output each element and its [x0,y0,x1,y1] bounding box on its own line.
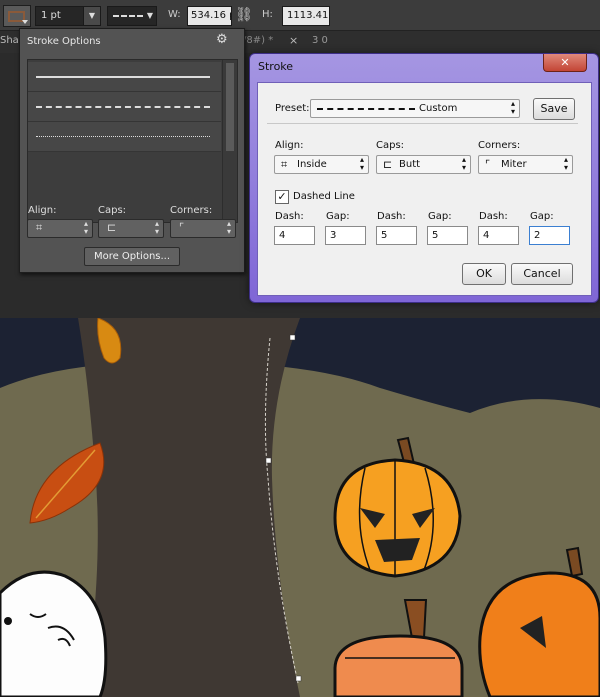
align-label: Align: [275,140,304,151]
caps-label: Caps: [98,205,127,216]
corners-label: Corners: [478,140,521,151]
updown-arrow-icon: ▴ ▾ [359,155,364,172]
stroke-type-select[interactable]: ▼ [107,6,157,26]
scroll-thumb[interactable] [226,63,234,151]
align-select[interactable]: ⌗ ▴ ▾ [27,219,93,238]
updown-arrow-icon: ▴ ▾ [83,219,88,236]
updown-arrow-icon: ▴ ▾ [226,219,231,236]
dash-label-3: Dash: [479,211,508,222]
gap-input-1[interactable]: 3 [325,226,366,245]
caps-select[interactable]: ⊏ ▴ ▾ [98,219,164,238]
align-select[interactable]: ⌗ Inside ▴ ▾ [274,155,369,174]
save-button[interactable]: Save [533,98,575,120]
caps-butt-icon: ⊏ [383,158,393,171]
align-inside-icon: ⌗ [281,158,288,171]
gap-label-1: Gap: [326,211,350,222]
more-options-button[interactable]: More Options... [84,247,180,266]
stroke-dialog: Stroke ✕ Preset: Custom ▴ ▾ Save Align: C… [249,53,599,303]
width-label: W: [168,9,181,20]
stroke-preset-list [27,59,238,223]
gap-label-2: Gap: [428,211,452,222]
gap-input-3[interactable]: 2 [529,226,570,245]
tab-close-icon[interactable]: × [289,34,298,47]
dash-input-3[interactable]: 4 [478,226,519,245]
gear-icon[interactable]: ⚙ [216,32,228,47]
height-field[interactable]: 1113.41 [282,6,330,26]
stroke-width-field[interactable]: 1 pt ▼ [35,6,101,26]
corners-select[interactable]: ⌜ ▴ ▾ [170,219,236,238]
dash-label-2: Dash: [377,211,406,222]
dashed-line-label: Dashed Line [293,191,355,202]
gap-label-3: Gap: [530,211,554,222]
dash-input-2[interactable]: 5 [376,226,417,245]
chevron-down-icon: ▼ [146,11,153,20]
stroke-preset-solid[interactable] [28,62,221,92]
stroke-width-value: 1 pt [41,10,61,21]
stroke-preset-dotted[interactable] [28,122,221,152]
stroke-options-title: Stroke Options [27,36,101,47]
stroke-preset-dashed[interactable] [28,92,221,122]
updown-arrow-icon: ▴ ▾ [154,219,159,236]
caps-butt-icon: ⊏ [107,221,117,234]
align-value: Inside [297,159,327,170]
dash-preview [317,108,415,110]
dialog-title: Stroke [258,60,294,73]
preset-value: Custom [419,103,458,114]
corners-miter-icon: ⌜ [179,221,185,234]
updown-arrow-icon: ▴ ▾ [461,155,466,172]
corners-select[interactable]: ⌜ Miter ▴ ▾ [478,155,573,174]
corners-miter-icon: ⌜ [485,158,491,171]
gap-input-2[interactable]: 5 [427,226,468,245]
dash-label-1: Dash: [275,211,304,222]
updown-arrow-icon: ▴ ▾ [563,155,568,172]
corners-label: Corners: [170,205,213,216]
close-icon[interactable]: ✕ [543,54,587,72]
options-bar: 1 pt ▼ ▼ W: 534.16 p ⛓ H: 1113.41 [0,0,600,31]
preset-label: Preset: [275,103,310,114]
chevron-down-icon[interactable]: ▼ [83,7,100,25]
width-field[interactable]: 534.16 p [187,6,232,26]
checkmark-icon: ✓ [277,190,287,203]
preset-scrollbar[interactable] [222,60,237,222]
dashed-line-checkbox[interactable]: ✓ [275,190,289,204]
preset-select[interactable]: Custom ▴ ▾ [310,99,520,118]
stroke-options-panel: Stroke Options ⚙ Align: Caps: Corners: ⌗… [19,28,245,273]
stroke-color-swatch[interactable] [3,5,31,27]
updown-arrow-icon: ▴ ▾ [510,99,515,116]
tab-document-title[interactable]: /8#) * [243,35,273,46]
height-label: H: [262,9,273,20]
dialog-body: Preset: Custom ▴ ▾ Save Align: Caps: Corn… [257,82,592,296]
divider [267,123,578,124]
tab-next-document[interactable]: 3 0 [312,35,328,46]
ok-button[interactable]: OK [462,263,506,285]
caps-label: Caps: [376,140,405,151]
align-inside-icon: ⌗ [36,221,43,234]
canvas-artwork [0,318,600,697]
cancel-button[interactable]: Cancel [511,263,573,285]
caps-select[interactable]: ⊏ Butt ▴ ▾ [376,155,471,174]
align-label: Align: [28,205,57,216]
dash-input-1[interactable]: 4 [274,226,315,245]
corners-value: Miter [501,159,527,170]
link-icon[interactable]: ⛓ [235,6,253,24]
caps-value: Butt [399,159,421,170]
